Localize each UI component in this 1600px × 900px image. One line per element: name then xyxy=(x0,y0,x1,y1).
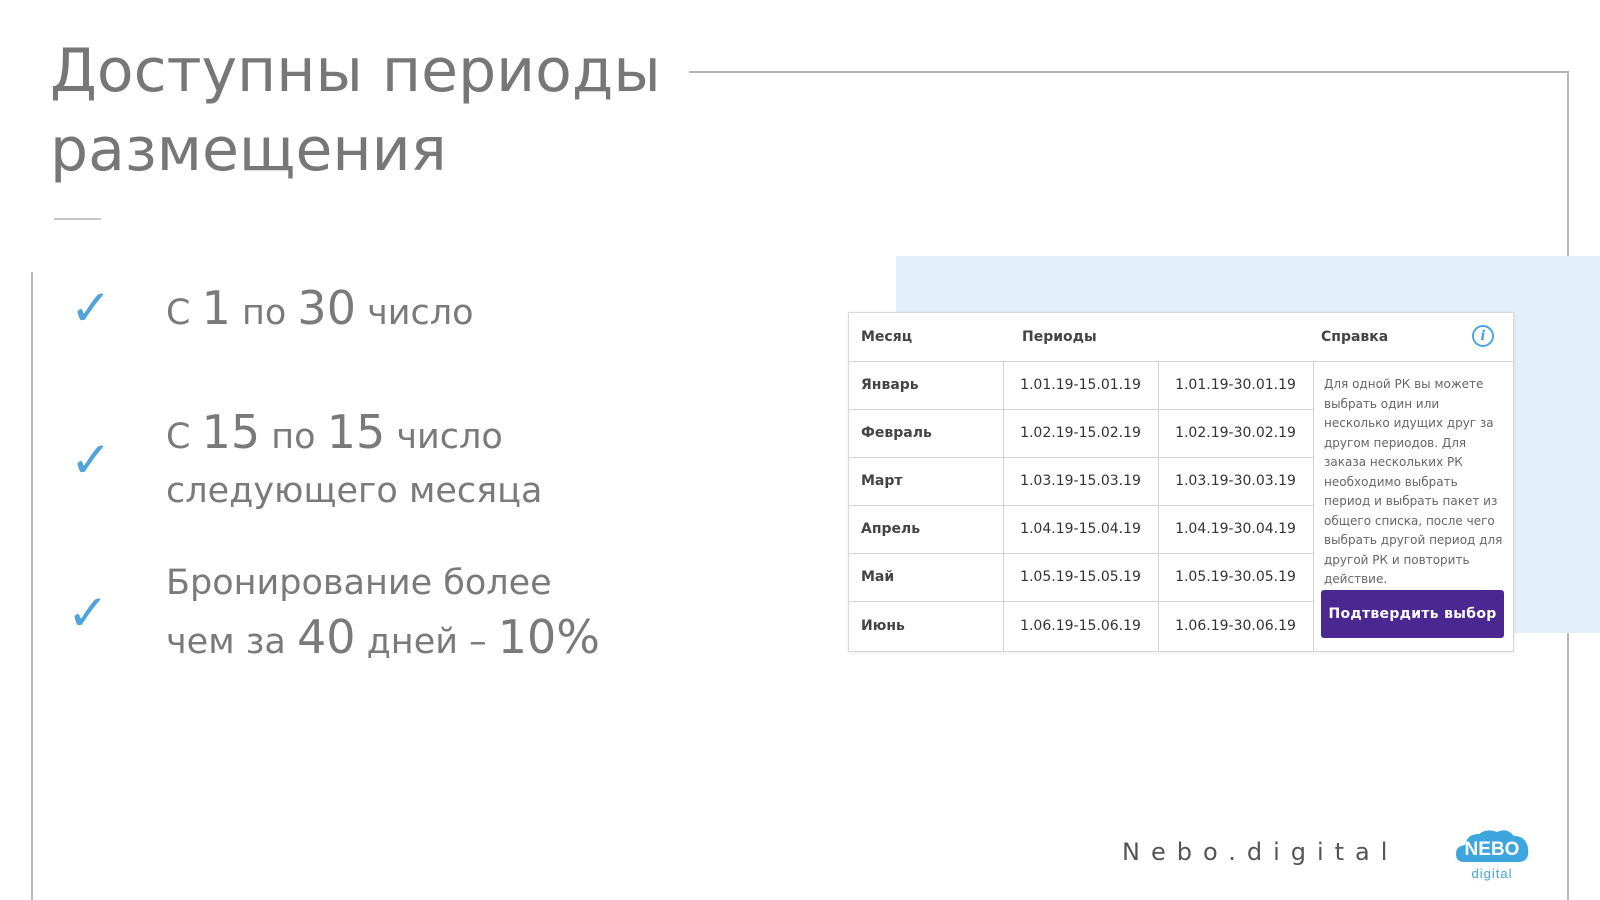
table-row-month[interactable]: Апрель xyxy=(861,505,1001,553)
feature-text: число xyxy=(385,417,503,457)
column-divider xyxy=(1313,361,1314,651)
header-month: Месяц xyxy=(861,329,913,345)
logo-text-top: NEBO xyxy=(1465,839,1520,860)
slide-title-line1: Доступны периоды xyxy=(50,36,661,106)
period-cell[interactable]: 1.04.19-15.04.19 xyxy=(1003,505,1158,553)
header-periods: Периоды xyxy=(1022,329,1097,345)
table-row-month[interactable]: Январь xyxy=(861,361,1001,409)
period-cell[interactable]: 1.06.19-15.06.19 xyxy=(1003,601,1158,651)
period-cell[interactable]: 1.04.19-30.04.19 xyxy=(1158,505,1313,553)
slide-title-line2: размещения xyxy=(50,115,447,185)
logo-text-bottom: digital xyxy=(1472,866,1513,881)
checkmark-icon: ✓ xyxy=(70,431,112,489)
checkmark-icon: ✓ xyxy=(67,584,109,642)
feature-text: по xyxy=(260,417,327,457)
table-row-month[interactable]: Март xyxy=(861,457,1001,505)
feature-text: следующего месяца xyxy=(166,471,543,511)
period-cell[interactable]: 1.02.19-30.02.19 xyxy=(1158,409,1313,457)
title-underline xyxy=(54,218,101,220)
feature-text: С xyxy=(166,417,202,457)
feature-number: 30 xyxy=(297,281,356,335)
feature-number: 40 xyxy=(296,610,356,664)
period-cell[interactable]: 1.05.19-30.05.19 xyxy=(1158,553,1313,601)
confirm-selection-button[interactable]: Подтвердить выбор xyxy=(1321,590,1504,638)
period-cell[interactable]: 1.03.19-30.03.19 xyxy=(1158,457,1313,505)
feature-item: С 1 по 30 число xyxy=(166,281,474,340)
header-help: Справка xyxy=(1321,329,1389,345)
feature-number: 1 xyxy=(201,281,231,335)
help-text: Для одной РК вы можете выбрать один или … xyxy=(1324,377,1503,586)
feature-item: Бронирование более чем за 40 дней – 10% xyxy=(166,556,600,669)
feature-number: 15 xyxy=(326,405,386,459)
table-row-month[interactable]: Июнь xyxy=(861,601,1001,651)
table-row-month[interactable]: Май xyxy=(861,553,1001,601)
period-cell[interactable]: 1.05.19-15.05.19 xyxy=(1003,553,1158,601)
period-cell[interactable]: 1.06.19-30.06.19 xyxy=(1158,601,1313,651)
feature-text: дней – xyxy=(355,622,498,662)
table-row-month[interactable]: Февраль xyxy=(861,409,1001,457)
feature-text: Бронирование более xyxy=(166,563,552,603)
frame-left-line xyxy=(31,272,33,900)
feature-number: 10% xyxy=(497,610,600,664)
feature-text: чем за xyxy=(166,622,297,662)
period-cell[interactable]: 1.03.19-15.03.19 xyxy=(1003,457,1158,505)
feature-text: по xyxy=(230,293,298,333)
period-cell[interactable]: 1.01.19-15.01.19 xyxy=(1003,361,1158,409)
period-cell[interactable]: 1.01.19-30.01.19 xyxy=(1158,361,1313,409)
feature-item: С 15 по 15 число следующего месяца xyxy=(166,405,542,518)
period-cell[interactable]: 1.02.19-15.02.19 xyxy=(1003,409,1158,457)
feature-number: 15 xyxy=(201,405,261,459)
frame-top-line xyxy=(689,71,1569,73)
brand-text: Nebo.digital xyxy=(1122,838,1399,866)
info-icon[interactable]: i xyxy=(1472,325,1494,347)
checkmark-icon: ✓ xyxy=(70,279,112,337)
feature-text: число xyxy=(355,293,474,333)
slide-title: Доступны периоды размещения xyxy=(50,32,690,190)
periods-table: Месяц Периоды Справка i Январь 1.01.19-1… xyxy=(848,312,1514,652)
feature-text: С xyxy=(166,293,202,333)
nebo-logo: NEBO digital xyxy=(1456,830,1529,881)
